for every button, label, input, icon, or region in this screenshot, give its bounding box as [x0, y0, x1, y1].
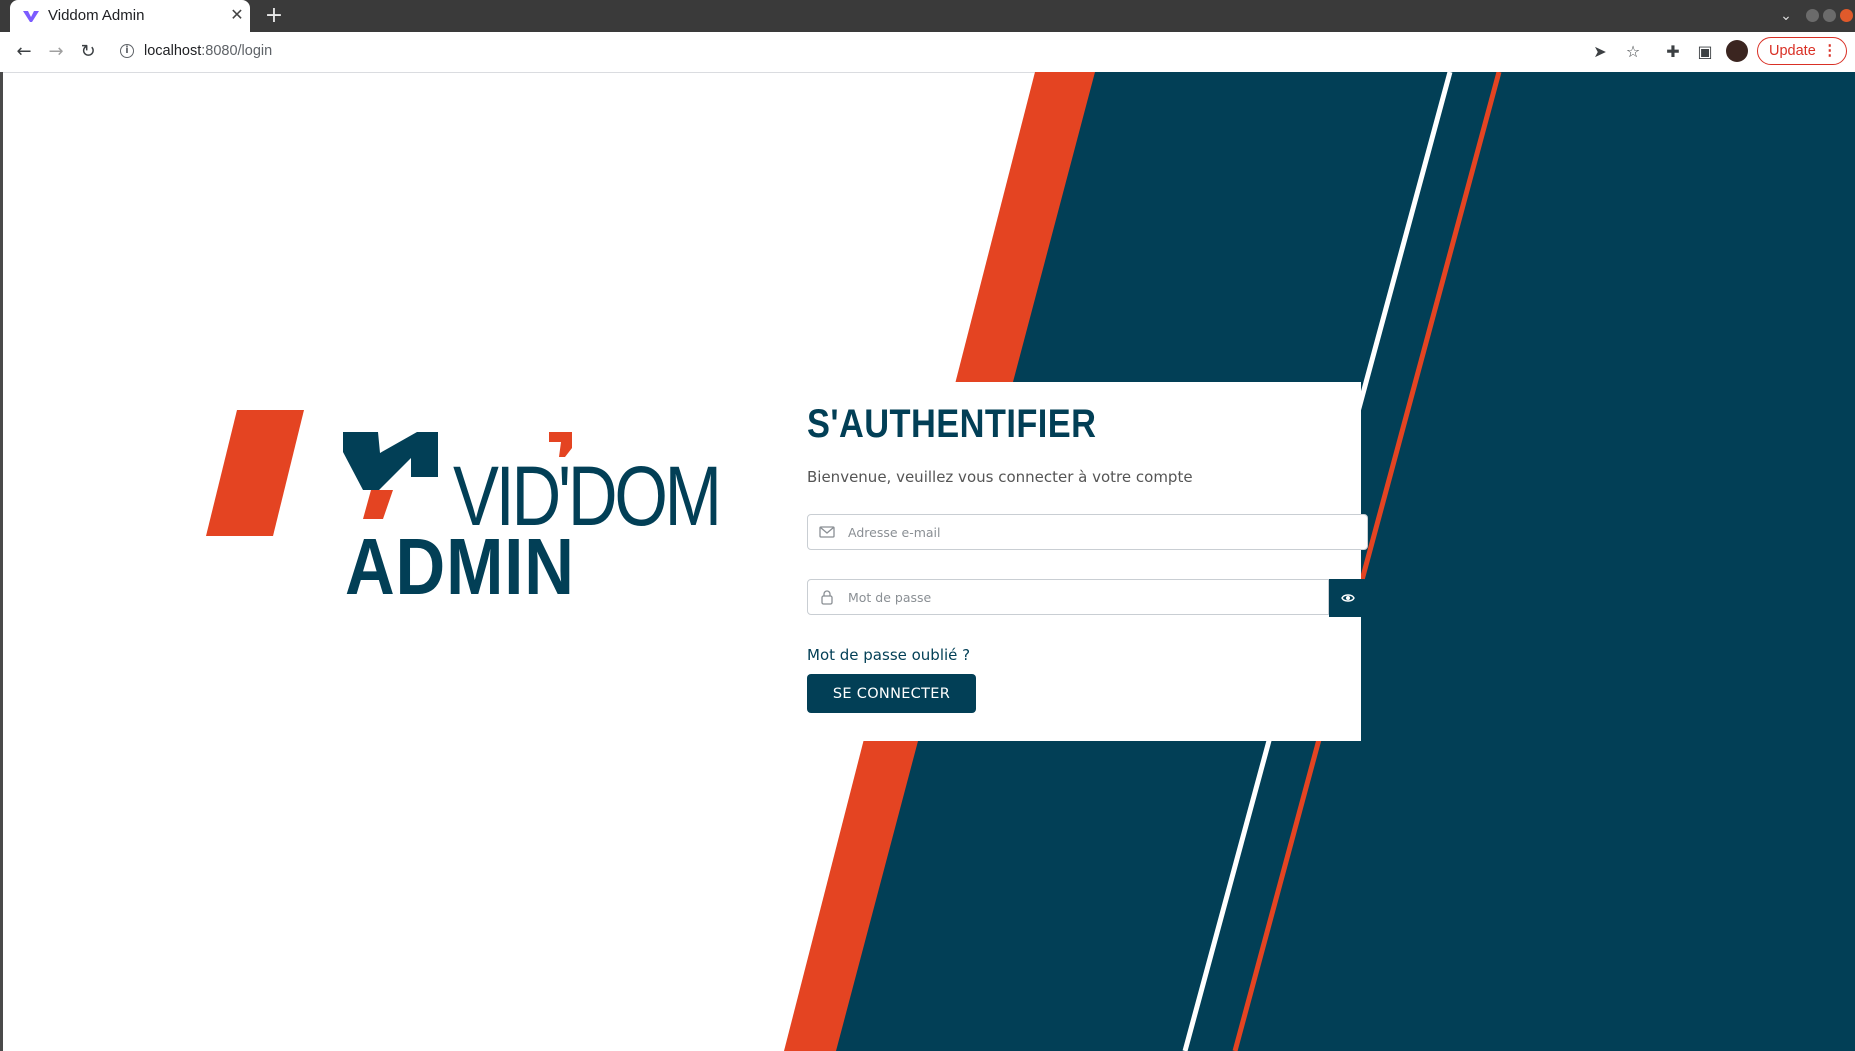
new-tab-button[interactable]: +: [262, 4, 286, 28]
window-maximize-button[interactable]: [1823, 9, 1836, 22]
password-input[interactable]: [848, 580, 1328, 614]
url-path: :8080/login: [201, 43, 273, 59]
eye-icon: [1341, 594, 1355, 602]
browser-tab[interactable]: Viddom Admin ✕: [10, 0, 250, 32]
tab-close-icon[interactable]: ✕: [228, 6, 246, 24]
email-input[interactable]: [848, 515, 1328, 549]
login-button[interactable]: SE CONNECTER: [807, 674, 976, 713]
logo-v-shape: [343, 432, 438, 490]
address-bar[interactable]: i localhost:8080/login: [110, 36, 1580, 68]
send-icon[interactable]: ➤: [1588, 40, 1612, 64]
window-minimize-button[interactable]: [1806, 9, 1819, 22]
envelope-icon: [819, 526, 835, 538]
menu-dots-icon: ⋮: [1822, 43, 1838, 59]
logo-orange-parallelogram: [206, 410, 304, 536]
tab-title: Viddom Admin: [48, 7, 145, 24]
tab-search-chevron-icon[interactable]: ⌄: [1776, 6, 1796, 26]
side-panel-icon[interactable]: ▣: [1693, 40, 1717, 64]
url-host: localhost: [144, 43, 202, 59]
viddom-favicon-icon: [23, 11, 39, 22]
toggle-password-visibility-button[interactable]: [1329, 579, 1368, 617]
password-field: [807, 579, 1329, 615]
login-subtitle: Bienvenue, veuillez vous connecter à vot…: [807, 468, 1193, 486]
profile-avatar[interactable]: [1726, 40, 1748, 62]
login-title: S'AUTHENTIFIER: [807, 402, 1097, 446]
url-text[interactable]: localhost:8080/login: [144, 43, 272, 59]
login-page: VID'DOM ADMIN S'AUTHENTIFIER Bienvenue, …: [3, 72, 1855, 1051]
browser-toolbar: ← → ↻ i localhost:8080/login ➤ ☆ ✚ ▣ Upd…: [0, 32, 1855, 73]
lock-icon: [821, 590, 833, 605]
viddom-admin-logo: VID'DOM ADMIN: [203, 410, 743, 611]
logo-subtitle: ADMIN: [345, 522, 575, 611]
email-field: [807, 514, 1368, 550]
logo-red-accent: [363, 490, 393, 519]
reload-icon[interactable]: ↻: [76, 40, 100, 64]
forward-arrow-icon[interactable]: →: [44, 40, 68, 64]
update-button[interactable]: Update ⋮: [1757, 37, 1847, 65]
browser-tab-bar: Viddom Admin ✕ + ⌄: [0, 0, 1855, 32]
extensions-puzzle-icon[interactable]: ✚: [1661, 40, 1685, 64]
site-info-icon[interactable]: i: [120, 44, 134, 58]
forgot-password-link[interactable]: Mot de passe oublié ?: [807, 646, 970, 664]
login-card: S'AUTHENTIFIER Bienvenue, veuillez vous …: [779, 382, 1368, 741]
back-arrow-icon[interactable]: ←: [12, 40, 36, 64]
window-close-button[interactable]: [1840, 9, 1853, 22]
update-label: Update: [1769, 43, 1816, 59]
bookmark-star-icon[interactable]: ☆: [1621, 40, 1645, 64]
